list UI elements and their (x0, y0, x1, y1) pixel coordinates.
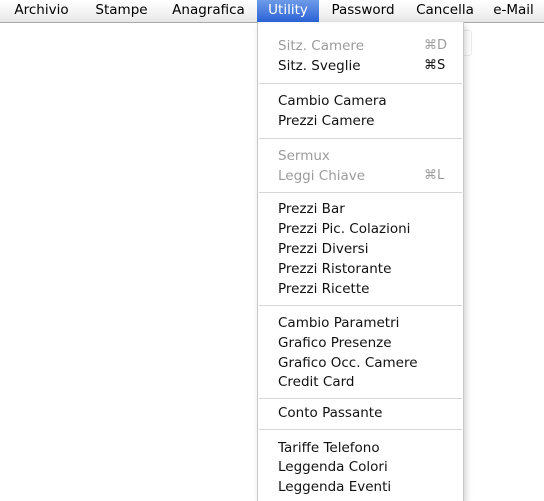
menu-item-prezzi-ristorante[interactable]: Prezzi Ristorante (258, 259, 463, 279)
menu-archivio[interactable]: Archivio (0, 0, 83, 22)
menu-item-label: Grafico Presenze (278, 335, 392, 351)
menu-utility[interactable]: Utility (257, 0, 319, 22)
screen: Archivio Stampe Anagrafica Utility Passw… (0, 0, 544, 501)
menu-item-leggi-chiave[interactable]: Leggi Chiave ⌘L (258, 166, 463, 186)
menu-item-label: Grafico Occ. Camere (278, 355, 418, 371)
menu-bar: Archivio Stampe Anagrafica Utility Passw… (0, 0, 544, 23)
menu-item-label: Prezzi Ricette (278, 281, 370, 297)
menu-password[interactable]: Password (319, 0, 407, 22)
menu-item-label: Prezzi Diversi (278, 241, 369, 257)
menu-item-credit-card[interactable]: Credit Card (258, 372, 463, 392)
menu-item-cambio-camera[interactable]: Cambio Camera (258, 91, 463, 111)
menu-item-label: Leggi Chiave (278, 168, 366, 184)
menu-item-prezzi-diversi[interactable]: Prezzi Diversi (258, 239, 463, 259)
menu-item-label: Cambio Parametri (278, 315, 400, 331)
menu-item-sitz-camere[interactable]: Sitz. Camere ⌘D (258, 36, 463, 56)
menu-cancella[interactable]: Cancella (407, 0, 483, 22)
menu-item-label: Prezzi Pic. Colazioni (278, 221, 411, 237)
menu-item-label: Sitz. Camere (278, 38, 364, 54)
menu-item-label: Prezzi Ristorante (278, 261, 392, 277)
menu-item-label: Credit Card (278, 374, 355, 390)
menu-item-label: Cambio Camera (278, 93, 387, 109)
menu-item-sermux[interactable]: Sermux (258, 146, 463, 166)
menu-item-leggenda-colori[interactable]: Leggenda Colori (258, 457, 463, 477)
menu-item-label: Prezzi Camere (278, 113, 375, 129)
shortcut-cmd-l: ⌘L (424, 168, 445, 183)
menu-item-grafico-presenze[interactable]: Grafico Presenze (258, 333, 463, 353)
menu-item-prezzi-ricette[interactable]: Prezzi Ricette (258, 279, 463, 299)
menu-item-sitz-sveglie[interactable]: Sitz. Sveglie ⌘S (258, 56, 463, 76)
menu-separator (259, 138, 462, 139)
menu-anagrafica[interactable]: Anagrafica (160, 0, 257, 22)
menu-item-grafico-occ-camere[interactable]: Grafico Occ. Camere (258, 353, 463, 373)
menu-item-prezzi-pic-colazioni[interactable]: Prezzi Pic. Colazioni (258, 219, 463, 239)
menu-item-label: Prezzi Bar (278, 201, 345, 217)
menu-email[interactable]: e-Mail (483, 0, 544, 22)
shortcut-cmd-d: ⌘D (424, 38, 448, 53)
menu-separator (259, 192, 462, 193)
menu-item-label: Sermux (278, 148, 330, 164)
shortcut-cmd-s: ⌘S (424, 58, 446, 73)
menu-separator (259, 398, 462, 399)
menu-item-label: Leggenda Eventi (278, 479, 392, 495)
menu-item-label: Tariffe Telefono (278, 440, 380, 456)
utility-menu-dropdown: Sitz. Camere ⌘D Sitz. Sveglie ⌘S Cambio … (257, 22, 464, 501)
menu-item-prezzi-camere[interactable]: Prezzi Camere (258, 111, 463, 131)
menu-item-label: Conto Passante (278, 405, 383, 421)
menu-item-leggenda-eventi[interactable]: Leggenda Eventi (258, 477, 463, 497)
menu-item-cambio-parametri[interactable]: Cambio Parametri (258, 313, 463, 333)
menu-separator (259, 83, 462, 84)
menu-separator (259, 429, 462, 430)
menu-item-tariffe-telefono[interactable]: Tariffe Telefono (258, 438, 463, 458)
menu-item-conto-passante[interactable]: Conto Passante (258, 403, 463, 423)
menu-item-label: Sitz. Sveglie (278, 58, 361, 74)
menu-item-label: Leggenda Colori (278, 459, 388, 475)
menu-stampe[interactable]: Stampe (83, 0, 160, 22)
menu-item-prezzi-bar[interactable]: Prezzi Bar (258, 199, 463, 219)
menu-separator (259, 305, 462, 306)
